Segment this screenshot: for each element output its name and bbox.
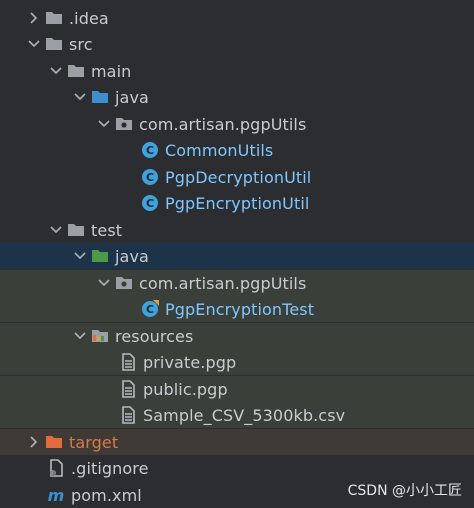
- svg-text:C: C: [146, 171, 154, 184]
- file-icon: [118, 379, 138, 399]
- folder-icon: [44, 34, 64, 54]
- chevron-down-icon[interactable]: [94, 114, 114, 134]
- tree-item-label: test: [91, 220, 123, 240]
- chevron-down-icon[interactable]: [94, 273, 114, 293]
- tree-item-label: PgpEncryptionTest: [165, 299, 315, 319]
- tree-item-label: resources: [115, 326, 194, 346]
- folder-icon: [66, 61, 86, 81]
- tree-item-label: Sample_CSV_5300kb.csv: [143, 405, 346, 425]
- tree-item-test-package[interactable]: com.artisan.pgpUtils: [0, 270, 474, 296]
- tree-item-main-package[interactable]: com.artisan.pgpUtils: [0, 111, 474, 137]
- tree-item-private-pgp[interactable]: private.pgp: [0, 349, 474, 375]
- gitignore-icon: .i: [46, 458, 66, 478]
- tree-item-label: java: [115, 87, 149, 107]
- svg-text:m: m: [48, 486, 65, 505]
- tree-item-pgpdecryptionutil[interactable]: C PgpDecryptionUtil: [0, 164, 474, 190]
- tree-item-public-pgp[interactable]: public.pgp: [0, 376, 474, 402]
- chevron-down-icon[interactable]: [24, 34, 44, 54]
- tree-item-label: public.pgp: [143, 379, 228, 399]
- maven-icon: m: [46, 485, 66, 505]
- test-resources-folder-icon: [90, 326, 110, 346]
- chevron-down-icon[interactable]: [70, 246, 90, 266]
- chevron-down-icon[interactable]: [46, 220, 66, 240]
- project-tree: .idea src main java com.artisan.pgpUtils…: [0, 0, 474, 508]
- tree-item-pgpencryptionutil[interactable]: C PgpEncryptionUtil: [0, 190, 474, 216]
- tree-item-label: com.artisan.pgpUtils: [139, 273, 307, 293]
- file-icon: [118, 352, 138, 372]
- test-class-icon: C: [140, 299, 160, 319]
- package-icon: [114, 273, 134, 293]
- tree-item-label: private.pgp: [143, 352, 237, 372]
- file-icon: [118, 405, 138, 425]
- tree-item-src[interactable]: src: [0, 31, 474, 57]
- package-icon: [114, 114, 134, 134]
- tree-item-label: src: [69, 34, 93, 54]
- tree-item-label: pom.xml: [71, 485, 142, 505]
- chevron-down-icon[interactable]: [46, 61, 66, 81]
- tree-item-label: PgpDecryptionUtil: [165, 167, 312, 187]
- svg-text:C: C: [146, 197, 154, 210]
- tree-item-label: .idea: [69, 8, 109, 28]
- svg-text:C: C: [146, 144, 154, 157]
- tree-item-resources[interactable]: resources: [0, 323, 474, 349]
- chevron-down-icon[interactable]: [70, 326, 90, 346]
- tree-item-label: target: [69, 432, 119, 452]
- tree-item-target[interactable]: target: [0, 429, 474, 455]
- svg-text:C: C: [146, 303, 154, 316]
- watermark: CSDN @小小工匠: [347, 483, 462, 499]
- tree-item-label: main: [91, 61, 132, 81]
- chevron-down-icon[interactable]: [70, 87, 90, 107]
- class-icon: C: [140, 140, 160, 160]
- tree-item-label: PgpEncryptionUtil: [165, 193, 310, 213]
- tree-item-gitignore[interactable]: .i .gitignore: [0, 455, 474, 481]
- tree-item-commonutils[interactable]: C CommonUtils: [0, 137, 474, 163]
- tree-item-test[interactable]: test: [0, 217, 474, 243]
- tree-item-pgpencryptiontest[interactable]: C PgpEncryptionTest: [0, 296, 474, 322]
- excluded-folder-icon: [44, 432, 64, 452]
- tree-item-label: com.artisan.pgpUtils: [139, 114, 307, 134]
- tree-item-sample-csv[interactable]: Sample_CSV_5300kb.csv: [0, 402, 474, 428]
- tree-item-main-java[interactable]: java: [0, 84, 474, 110]
- class-icon: C: [140, 167, 160, 187]
- class-icon: C: [140, 193, 160, 213]
- tree-item-label: java: [115, 246, 149, 266]
- chevron-right-icon[interactable]: [24, 8, 44, 28]
- source-folder-icon: [90, 87, 110, 107]
- tree-item-idea[interactable]: .idea: [0, 5, 474, 31]
- svg-text:.i: .i: [51, 471, 55, 478]
- chevron-right-icon[interactable]: [24, 432, 44, 452]
- test-source-folder-icon: [90, 246, 110, 266]
- tree-item-main[interactable]: main: [0, 58, 474, 84]
- tree-item-label: .gitignore: [71, 458, 149, 478]
- tree-item-label: CommonUtils: [165, 140, 274, 160]
- folder-icon: [44, 8, 64, 28]
- tree-item-test-java[interactable]: java: [0, 243, 474, 269]
- folder-icon: [66, 220, 86, 240]
